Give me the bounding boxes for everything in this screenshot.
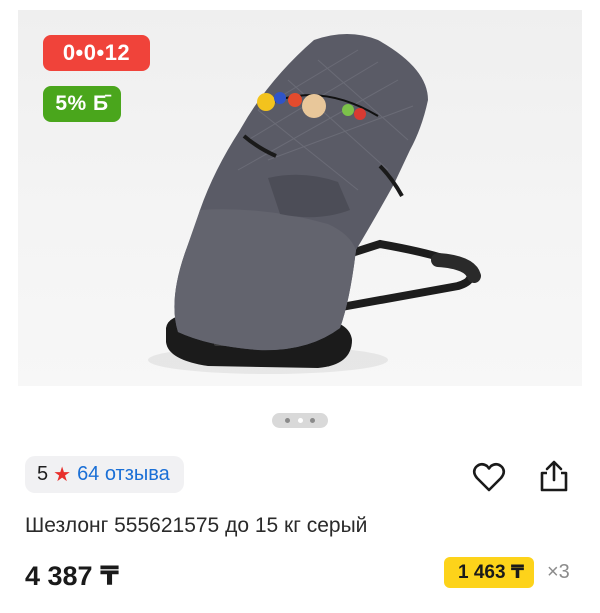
product-image[interactable]: 0•0•12 5% Б̄ — [18, 10, 582, 386]
timer-badge: 0•0•12 — [43, 35, 150, 71]
carousel-dot[interactable] — [285, 418, 291, 423]
favorite-button[interactable] — [471, 460, 507, 496]
star-icon: ★ — [53, 463, 72, 486]
carousel-dot[interactable] — [309, 418, 315, 423]
product-title: Шезлонг 555621575 до 15 кг серый — [25, 514, 368, 537]
installment-badge[interactable]: 1 463 ₸ — [444, 557, 535, 588]
cashback-badge: 5% Б̄ — [43, 86, 121, 122]
installment-multiplier: ×3 — [547, 561, 570, 583]
rating-reviews-link[interactable]: 5 ★ 64 отзыва — [25, 456, 184, 493]
reviews-count: 64 отзыва — [77, 463, 170, 485]
share-icon — [540, 460, 568, 492]
product-price: 4 387 ₸ — [25, 561, 119, 591]
share-button[interactable] — [536, 458, 572, 494]
rating-score: 5 — [37, 463, 49, 485]
heart-icon — [472, 462, 506, 492]
carousel-dot-active[interactable] — [297, 418, 303, 423]
carousel-indicator[interactable] — [272, 413, 328, 428]
